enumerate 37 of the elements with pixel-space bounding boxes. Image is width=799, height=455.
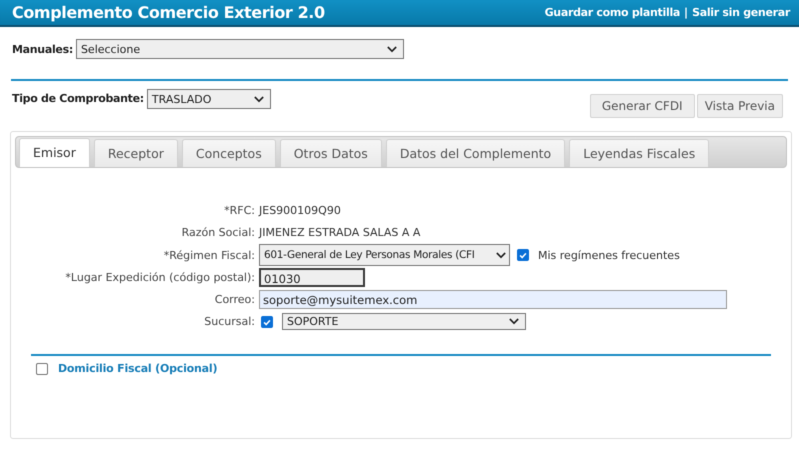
field-label: Razón Social:	[180, 226, 256, 239]
chevron-icon	[496, 252, 506, 258]
field-label: Correo:	[214, 293, 256, 306]
tab[interactable]: Otros Datos	[280, 139, 382, 167]
tab[interactable]: Leyendas Fiscales	[569, 139, 710, 167]
tab[interactable]: Datos del Complemento	[386, 139, 566, 167]
field-label: *Lugar Expedición (código postal):	[64, 271, 256, 284]
postal-code-field[interactable]: 01030	[259, 268, 365, 287]
tab[interactable]: Conceptos	[182, 139, 276, 167]
field-value: JIMENEZ ESTRADA SALAS A A	[259, 226, 420, 239]
field-value: JES900109Q90	[259, 204, 341, 217]
checkbox[interactable]	[517, 249, 529, 261]
checkbox-label: Mis regímenes frecuentes	[538, 248, 680, 262]
link-separator: |	[684, 6, 688, 19]
field-label: *RFC:	[223, 204, 256, 217]
field-label: Tipo de Comprobante:	[12, 92, 144, 105]
chevron-icon	[386, 46, 397, 52]
manuales-select[interactable]: Seleccione	[76, 39, 404, 59]
tipo-select[interactable]: TRASLADO	[146, 89, 271, 109]
section-title: Domicilio Fiscal (Opcional)	[58, 362, 218, 375]
tab[interactable]: Receptor	[94, 139, 178, 167]
page-title: Complemento Comercio Exterior 2.0	[12, 3, 325, 22]
header-link[interactable]: Guardar como plantilla	[544, 6, 680, 19]
checkbox[interactable]	[36, 362, 48, 374]
field-label: Sucursal:	[203, 315, 256, 328]
checkbox[interactable]	[261, 316, 273, 328]
sucursal-select[interactable]: SOPORTE	[282, 313, 526, 330]
action-button[interactable]: Generar CFDI	[590, 94, 695, 118]
regimen-select[interactable]: 601-General de Ley Personas Morales (CFI	[259, 244, 510, 266]
chevron-icon	[509, 318, 519, 325]
tab[interactable]: Emisor	[19, 138, 90, 167]
header-link[interactable]: Salir sin generar	[692, 6, 790, 19]
field-label: *Régimen Fiscal:	[162, 248, 256, 262]
chevron-icon	[254, 96, 264, 102]
action-button[interactable]: Vista Previa	[696, 94, 783, 118]
field-label: Manuales:	[12, 42, 73, 56]
email-field[interactable]: soporte@mysuitemex.com	[259, 290, 727, 309]
